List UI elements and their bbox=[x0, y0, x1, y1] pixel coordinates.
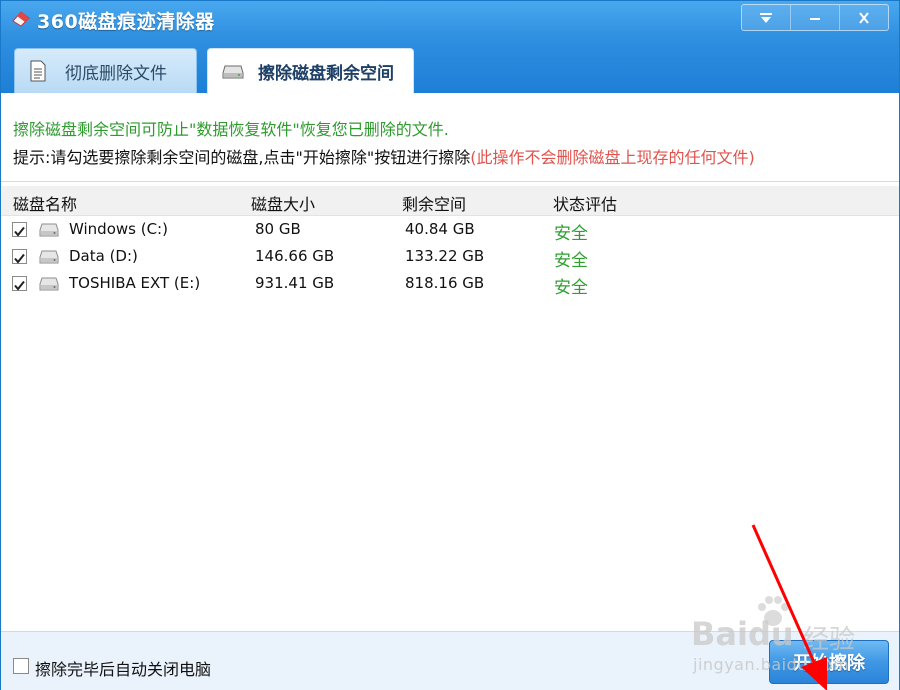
warning-text: (此操作不会删除磁盘上现存的任何文件) bbox=[470, 148, 755, 167]
document-icon bbox=[30, 60, 46, 82]
disk-free-space: 818.16 GB bbox=[405, 274, 485, 292]
minimize-button[interactable] bbox=[791, 5, 840, 30]
auto-shutdown-label[interactable]: 擦除完毕后自动关闭电脑 bbox=[35, 656, 211, 680]
checkmark-icon bbox=[14, 280, 25, 291]
disk-checkbox[interactable] bbox=[12, 276, 27, 291]
footer-bar: 擦除完毕后自动关闭电脑 开始擦除 bbox=[1, 631, 899, 690]
hard-drive-icon bbox=[39, 277, 59, 291]
start-wipe-button[interactable]: 开始擦除 bbox=[769, 640, 889, 684]
app-title: 360磁盘痕迹清除器 bbox=[37, 11, 215, 33]
disk-size: 80 GB bbox=[255, 220, 301, 238]
disk-name: Windows (C:) bbox=[69, 220, 168, 238]
tab-wipe-free-space[interactable]: 擦除磁盘剩余空间 bbox=[207, 48, 414, 94]
menu-button[interactable] bbox=[742, 5, 791, 30]
checkmark-icon bbox=[14, 253, 25, 264]
disk-checkbox[interactable] bbox=[12, 249, 27, 264]
close-icon bbox=[859, 11, 869, 24]
disk-status: 安全 bbox=[554, 278, 588, 298]
disk-size: 931.41 GB bbox=[255, 274, 335, 292]
disk-free-space: 133.22 GB bbox=[405, 247, 485, 265]
title-bar: 360磁盘痕迹清除器 彻底删除文件 擦除磁盘剩余空间 bbox=[1, 1, 899, 94]
disk-status: 安全 bbox=[554, 224, 588, 244]
annotation-arrow bbox=[751, 524, 827, 690]
checkmark-icon bbox=[14, 226, 25, 237]
disk-status: 安全 bbox=[554, 251, 588, 271]
column-header-free: 剩余空间 bbox=[402, 195, 467, 214]
hard-drive-icon bbox=[222, 65, 244, 78]
column-header-status: 状态评估 bbox=[553, 195, 618, 214]
tab-delete-files[interactable]: 彻底删除文件 bbox=[14, 48, 197, 93]
disk-checkbox[interactable] bbox=[12, 222, 27, 237]
close-button[interactable] bbox=[840, 5, 888, 30]
hard-drive-icon bbox=[39, 250, 59, 264]
instruction-text: 提示:请勾选要擦除剩余空间的磁盘,点击"开始擦除"按钮进行擦除 bbox=[13, 148, 471, 167]
column-header-name: 磁盘名称 bbox=[13, 195, 78, 214]
disk-list-header: 磁盘名称 磁盘大小 剩余空间 状态评估 bbox=[1, 186, 899, 216]
divider bbox=[1, 181, 899, 182]
wipe-description: 擦除磁盘剩余空间可防止"数据恢复软件"恢复您已删除的文件. bbox=[13, 120, 449, 139]
disk-row[interactable]: TOSHIBA EXT (E:) 931.41 GB 818.16 GB 安全 bbox=[1, 271, 899, 298]
column-header-size: 磁盘大小 bbox=[251, 195, 316, 214]
auto-shutdown-checkbox[interactable] bbox=[13, 658, 29, 674]
wipe-instructions: 提示:请勾选要擦除剩余空间的磁盘,点击"开始擦除"按钮进行擦除(此操作不会删除磁… bbox=[13, 144, 755, 168]
tab-label: 彻底删除文件 bbox=[65, 63, 167, 84]
app-window: 360磁盘痕迹清除器 彻底删除文件 擦除磁盘剩余空间 擦除磁盘剩余空间可防止"数… bbox=[0, 0, 900, 690]
disk-name: TOSHIBA EXT (E:) bbox=[69, 274, 201, 292]
window-controls bbox=[741, 4, 889, 31]
eraser-icon bbox=[12, 11, 30, 27]
hard-drive-icon bbox=[39, 223, 59, 237]
disk-row[interactable]: Data (D:) 146.66 GB 133.22 GB 安全 bbox=[1, 244, 899, 271]
disk-row[interactable]: Windows (C:) 80 GB 40.84 GB 安全 bbox=[1, 217, 899, 244]
disk-free-space: 40.84 GB bbox=[405, 220, 475, 238]
disk-name: Data (D:) bbox=[69, 247, 138, 265]
dropdown-menu-icon bbox=[760, 12, 772, 23]
minimize-icon bbox=[810, 17, 820, 20]
paw-icon bbox=[758, 596, 789, 626]
tab-label: 擦除磁盘剩余空间 bbox=[258, 64, 394, 84]
disk-size: 146.66 GB bbox=[255, 247, 335, 265]
